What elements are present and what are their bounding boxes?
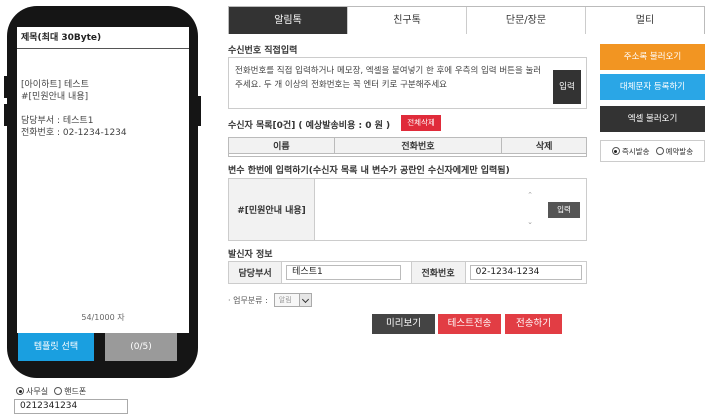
column-header-name: 이름: [228, 137, 335, 154]
empty-row: [228, 153, 587, 157]
sender-type-radio-group: 사무실 핸드폰: [16, 385, 86, 397]
category-row: · 업무분류 : 알림: [228, 292, 312, 308]
tab-friendtalk[interactable]: 친구톡: [347, 7, 466, 34]
preview-button[interactable]: 미리보기: [372, 314, 435, 334]
subject-input[interactable]: 제목(최대 30Byte): [17, 27, 189, 49]
tab-multi[interactable]: 멀티: [585, 7, 704, 34]
radio-unselected-icon: [655, 147, 664, 155]
template-count-button[interactable]: (0/5): [105, 333, 177, 361]
tab-sms-lms[interactable]: 단문/장문: [466, 7, 585, 34]
direct-input-area[interactable]: 전화번호를 직접 입력하거나 메모장, 엑셀을 붙여넣기 한 후에 우측의 입력…: [228, 57, 587, 109]
radio-immediate-send[interactable]: 즉시발송: [611, 146, 650, 157]
direct-input-title: 수신번호 직접입력: [228, 46, 298, 56]
radio-scheduled-send[interactable]: 예약발송: [655, 146, 694, 157]
delete-all-button[interactable]: 전체삭제: [401, 115, 441, 131]
category-select[interactable]: 알림: [273, 293, 312, 307]
radio-immediate-label: 즉시발송: [621, 146, 650, 156]
recipients-title: 수신자 목록[0건] ( 예상발송비용 : 0 원 ): [228, 121, 391, 131]
radio-selected-icon: [16, 387, 24, 395]
byte-counter: 54/1000 자: [81, 313, 125, 322]
phone-screen: 제목(최대 30Byte) [아이하트] 테스트 #[민원안내 내용] 담당부서…: [17, 27, 189, 333]
direct-input-button[interactable]: 입력: [553, 70, 581, 104]
radio-selected-icon: [611, 147, 620, 155]
variable-label: #[민원안내 내용]: [229, 179, 315, 240]
dept-label: 담당부서: [229, 262, 283, 283]
send-button[interactable]: 전송하기: [505, 314, 562, 334]
recipients-table: 이름 전화번호 삭제: [228, 137, 587, 157]
radio-unselected-icon: [54, 387, 63, 395]
radio-mobile[interactable]: 핸드폰: [54, 386, 86, 397]
sender-info-title: 발신자 정보: [228, 250, 273, 260]
variables-area: #[민원안내 내용] ⌃ ⌄ 입력: [228, 178, 587, 241]
column-header-phone: 전화번호: [333, 137, 503, 154]
radio-mobile-label: 핸드폰: [64, 386, 87, 396]
sender-number-input[interactable]: 0212341234: [14, 399, 128, 414]
load-excel-button[interactable]: 엑셀 불러오기: [600, 106, 705, 132]
sender-info-table: 담당부서 테스트1 전화번호 02-1234-1234: [228, 261, 587, 284]
phone-preview: 제목(최대 30Byte) [아이하트] 테스트 #[민원안내 내용] 담당부서…: [4, 6, 201, 378]
variables-title: 변수 한번에 입력하기(수신자 목록 내 변수가 공란인 수신자에게만 입력됨): [228, 166, 510, 176]
radio-office[interactable]: 사무실: [16, 386, 48, 397]
radio-scheduled-label: 예약발송: [665, 146, 694, 156]
category-label: · 업무분류 :: [228, 295, 268, 305]
column-header-delete: 삭제: [501, 137, 587, 154]
dept-input[interactable]: 테스트1: [286, 265, 401, 280]
scrollbar-arrows-icon[interactable]: ⌃ ⌄: [525, 191, 535, 231]
direct-input-instructions: 전화번호를 직접 입력하거나 메모장, 엑셀을 붙여넣기 한 후에 우측의 입력…: [235, 66, 542, 90]
category-selected-value: 알림: [278, 296, 292, 304]
phone-power-button: [197, 96, 201, 126]
message-type-tabs: 알림톡 친구톡 단문/장문 멀티: [228, 6, 705, 34]
phone-label: 전화번호: [410, 262, 466, 283]
variable-textarea[interactable]: [315, 179, 543, 240]
variable-input-button[interactable]: 입력: [548, 202, 580, 218]
chevron-down-icon: [298, 294, 311, 306]
message-textarea[interactable]: [아이하트] 테스트 #[민원안내 내용] 담당부서 : 테스트1 전화번호 :…: [21, 79, 185, 139]
template-select-button[interactable]: 템플릿 선택: [18, 333, 94, 361]
load-address-book-button[interactable]: 주소록 불러오기: [600, 44, 705, 70]
test-send-button[interactable]: 테스트전송: [438, 314, 501, 334]
tab-alimtalk[interactable]: 알림톡: [229, 7, 347, 34]
phone-input[interactable]: 02-1234-1234: [469, 265, 583, 280]
phone-volume-button: [4, 104, 8, 126]
send-mode-radio-group: 즉시발송 예약발송: [600, 140, 705, 162]
radio-office-label: 사무실: [26, 386, 49, 396]
register-alt-text-button[interactable]: 대체문자 등록하기: [600, 74, 705, 100]
phone-volume-button: [4, 76, 8, 98]
